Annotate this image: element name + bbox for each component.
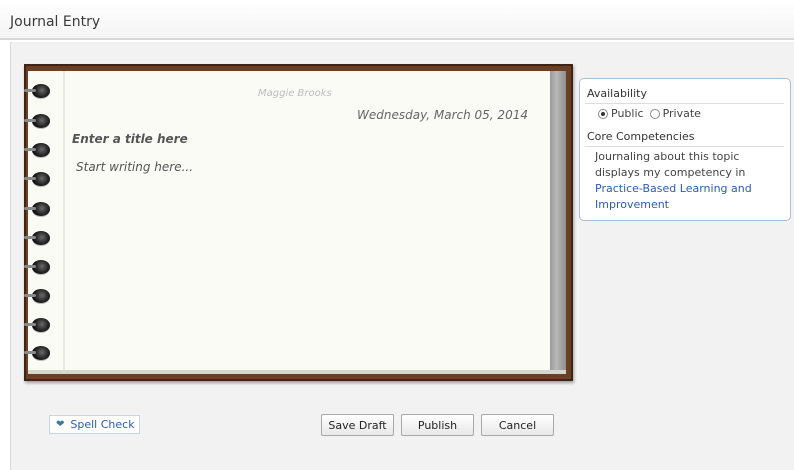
radio-private-label[interactable]: Private <box>663 107 701 120</box>
spiral-ring-icon <box>24 289 50 303</box>
spell-check-label: Spell Check <box>70 418 135 431</box>
spiral-ring-icon <box>24 346 50 360</box>
spell-check-icon: ❤ <box>56 419 65 430</box>
author-name: Maggie Brooks <box>258 88 332 99</box>
spiral-ring-icon <box>24 114 50 128</box>
paper-bottom-edge <box>28 370 566 374</box>
spiral-ring-icon <box>24 260 50 274</box>
paper-edge <box>550 71 566 370</box>
title-input[interactable]: Enter a title here <box>72 132 188 146</box>
radio-private[interactable] <box>649 108 660 119</box>
radio-public-label[interactable]: Public <box>611 107 644 120</box>
save-draft-button[interactable]: Save Draft <box>321 414 394 436</box>
competency-description: Journaling about this topic displays my … <box>595 149 775 213</box>
paper-margin-line <box>63 71 65 370</box>
page-title: Journal Entry <box>10 14 101 30</box>
availability-heading: Availability <box>587 87 647 100</box>
publish-button[interactable]: Publish <box>401 414 474 436</box>
competency-link[interactable]: Practice-Based Learning and Improvement <box>595 181 775 213</box>
page-header: Journal Entry <box>0 0 794 40</box>
spiral-ring-icon <box>24 231 50 245</box>
entry-date: Wednesday, March 05, 2014 <box>357 108 528 122</box>
spell-check-button[interactable]: ❤ Spell Check <box>49 415 140 434</box>
divider <box>585 146 784 147</box>
spiral-ring-icon <box>24 318 50 332</box>
cancel-button[interactable]: Cancel <box>481 414 554 436</box>
spiral-ring-icon <box>24 143 50 157</box>
spiral-ring-icon <box>24 172 50 186</box>
divider <box>585 103 784 104</box>
competencies-heading: Core Competencies <box>587 130 695 143</box>
body-textarea[interactable]: Start writing here... <box>76 160 193 174</box>
spiral-ring-icon <box>24 202 50 216</box>
competency-text: Journaling about this topic displays my … <box>595 150 746 179</box>
availability-options: Public Private <box>598 107 707 120</box>
radio-public[interactable] <box>598 108 608 119</box>
spiral-ring-icon <box>24 84 50 98</box>
